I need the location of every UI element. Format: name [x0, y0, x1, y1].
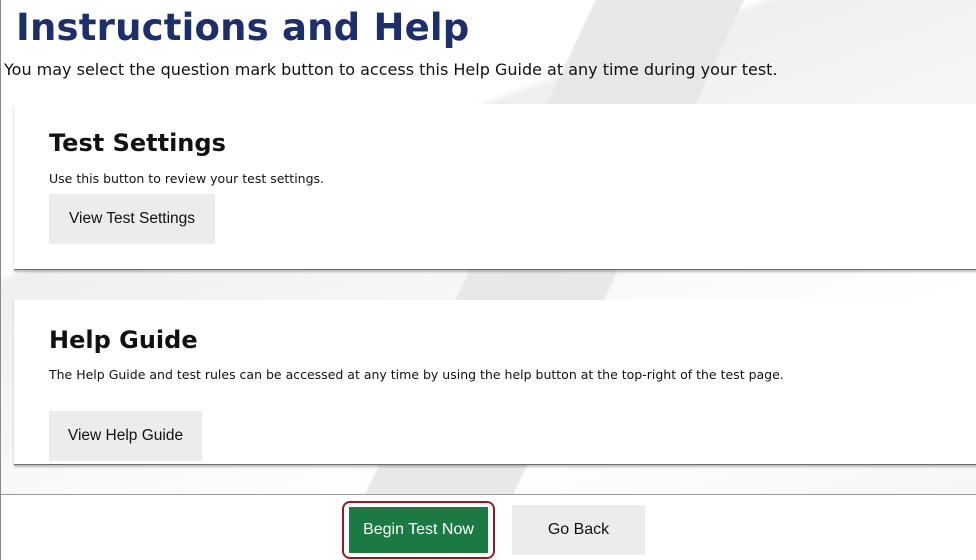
- page-subtitle: You may select the question mark button …: [4, 60, 778, 79]
- test-settings-card: Test Settings Use this button to review …: [14, 104, 976, 270]
- footer-bar: Begin Test Now Go Back: [1, 494, 976, 560]
- go-back-button[interactable]: Go Back: [512, 505, 645, 555]
- help-guide-title: Help Guide: [49, 326, 198, 354]
- begin-test-focus-outline: Begin Test Now: [342, 501, 495, 559]
- help-guide-description: The Help Guide and test rules can be acc…: [49, 367, 784, 382]
- view-test-settings-button[interactable]: View Test Settings: [49, 194, 215, 244]
- view-help-guide-button[interactable]: View Help Guide: [49, 411, 202, 461]
- begin-test-button[interactable]: Begin Test Now: [349, 507, 488, 553]
- test-settings-title: Test Settings: [49, 129, 226, 157]
- page-background: [1, 0, 976, 560]
- test-settings-description: Use this button to review your test sett…: [49, 171, 325, 186]
- instructions-page: Instructions and Help You may select the…: [0, 0, 976, 560]
- help-guide-card: Help Guide The Help Guide and test rules…: [14, 300, 976, 465]
- page-title: Instructions and Help: [16, 6, 470, 49]
